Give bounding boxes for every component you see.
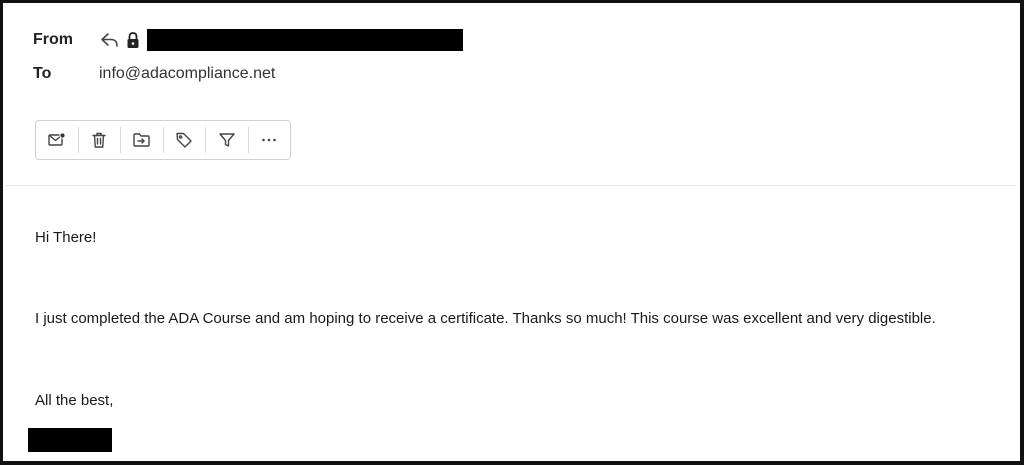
redacted-signature bbox=[28, 428, 112, 452]
message-closing: All the best, bbox=[35, 392, 114, 409]
lock-icon bbox=[125, 30, 141, 50]
trash-icon bbox=[90, 131, 108, 149]
recipient-address[interactable]: info@adacompliance.net bbox=[99, 65, 275, 83]
header-divider bbox=[6, 185, 1016, 186]
mark-unread-button[interactable] bbox=[36, 120, 78, 160]
replied-icon bbox=[99, 30, 121, 50]
from-row: From bbox=[33, 29, 463, 51]
filter-icon bbox=[218, 131, 236, 149]
tag-button[interactable] bbox=[164, 120, 206, 160]
move-button[interactable] bbox=[121, 120, 163, 160]
from-label: From bbox=[33, 31, 73, 48]
message-body: I just completed the ADA Course and am h… bbox=[35, 310, 936, 327]
email-reading-pane: From To info@adacompliance.net Hi There!… bbox=[0, 0, 1024, 465]
mark-unread-icon bbox=[47, 131, 67, 149]
more-actions-button[interactable] bbox=[249, 120, 291, 160]
filter-button[interactable] bbox=[206, 120, 248, 160]
delete-button[interactable] bbox=[79, 120, 121, 160]
to-label: To bbox=[33, 65, 52, 82]
to-row: To info@adacompliance.net bbox=[33, 65, 275, 83]
redacted-sender bbox=[147, 29, 463, 51]
message-toolbar bbox=[35, 120, 291, 160]
move-to-folder-icon bbox=[132, 131, 152, 149]
message-greeting: Hi There! bbox=[35, 229, 97, 246]
more-horizontal-icon bbox=[260, 131, 278, 149]
tag-icon bbox=[175, 131, 193, 149]
